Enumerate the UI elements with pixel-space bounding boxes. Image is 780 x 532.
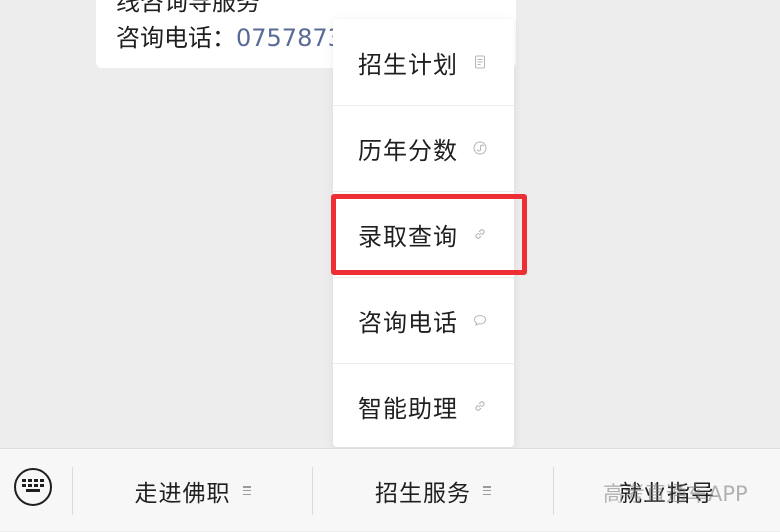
menu-lines-icon: [242, 486, 251, 495]
menu-item-smart-assistant[interactable]: 智能助理: [333, 363, 514, 449]
menu-item-label: 历年分数: [358, 136, 458, 165]
document-icon: [473, 55, 487, 69]
menu-item-past-scores[interactable]: 历年分数: [333, 105, 514, 191]
phone-label: 咨询电话：: [116, 24, 236, 52]
phone-number-link[interactable]: 0757873: [236, 24, 343, 52]
link-icon: [473, 227, 487, 241]
tab-about-school[interactable]: 走进佛职: [73, 449, 312, 532]
menu-item-label: 咨询电话: [358, 308, 458, 337]
menu-item-label: 智能助理: [358, 394, 458, 423]
tab-label: 走进佛职: [134, 480, 231, 507]
link-icon: [473, 399, 487, 413]
tab-label: 招生服务: [375, 480, 471, 507]
watermark: 高考直通车APP: [603, 482, 748, 506]
keyboard-icon[interactable]: [14, 468, 52, 506]
menu-item-consult-phone[interactable]: 咨询电话: [333, 277, 514, 363]
menu-item-label: 招生计划: [358, 50, 458, 79]
menu-item-label: 录取查询: [358, 222, 458, 251]
menu-lines-icon: [483, 486, 491, 495]
menu-item-enrollment-plan[interactable]: 招生计划: [333, 19, 514, 105]
chat-bubble-icon: [473, 313, 487, 327]
tab-admission-service[interactable]: 招生服务: [313, 449, 553, 532]
submenu-popup: 招生计划 历年分数 录取查询 咨询电话 智能助理: [333, 19, 514, 447]
mini-program-icon: [473, 141, 487, 155]
message-phone-line: 咨询电话：0757873: [116, 18, 343, 53]
message-text-line: 线咨询导服务: [116, 0, 260, 16]
menu-item-admission-query[interactable]: 录取查询: [333, 191, 514, 277]
